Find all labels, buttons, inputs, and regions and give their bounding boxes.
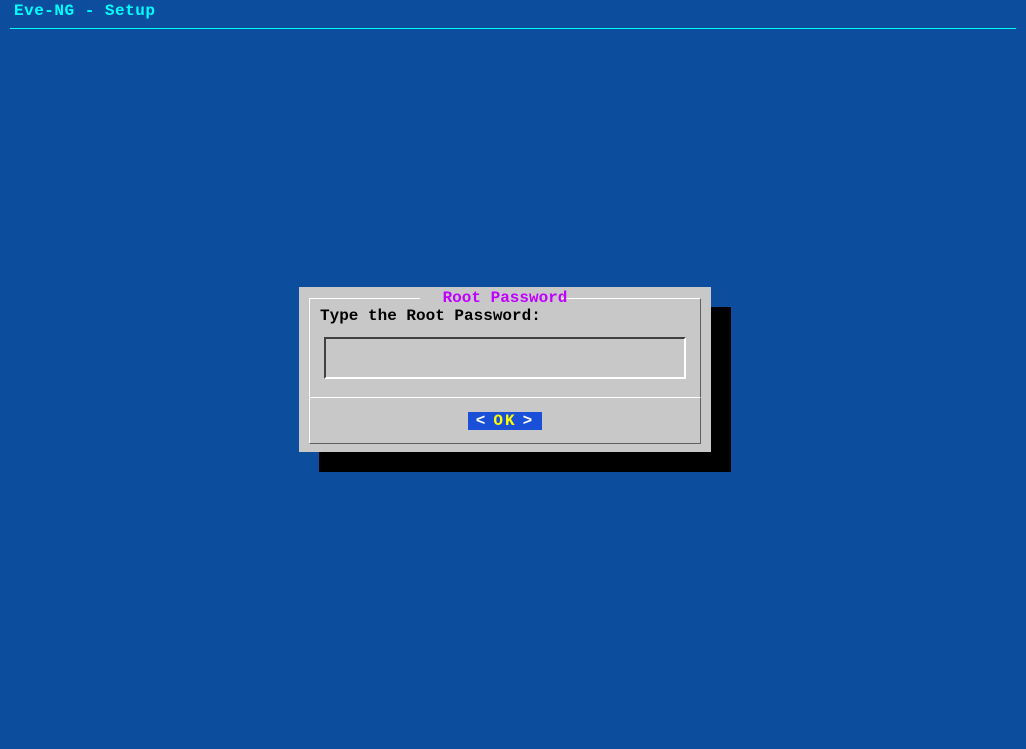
page-header: Eve-NG - Setup xyxy=(0,0,1026,22)
password-dialog: Type the Root Password: Root Password < … xyxy=(299,287,711,452)
dialog-title: Root Password xyxy=(299,289,711,307)
root-password-input[interactable] xyxy=(324,337,686,379)
page-title: Eve-NG - Setup xyxy=(14,2,155,20)
password-prompt: Type the Root Password: xyxy=(320,307,541,325)
dialog-upper-frame: Type the Root Password: xyxy=(309,298,701,398)
bracket-left-icon: < xyxy=(476,412,488,430)
ok-button-label: OK xyxy=(487,412,522,430)
dialog-lower-frame: < OK > xyxy=(309,398,701,444)
ok-button[interactable]: < OK > xyxy=(468,412,542,430)
header-divider xyxy=(10,28,1016,29)
bracket-right-icon: > xyxy=(523,412,535,430)
